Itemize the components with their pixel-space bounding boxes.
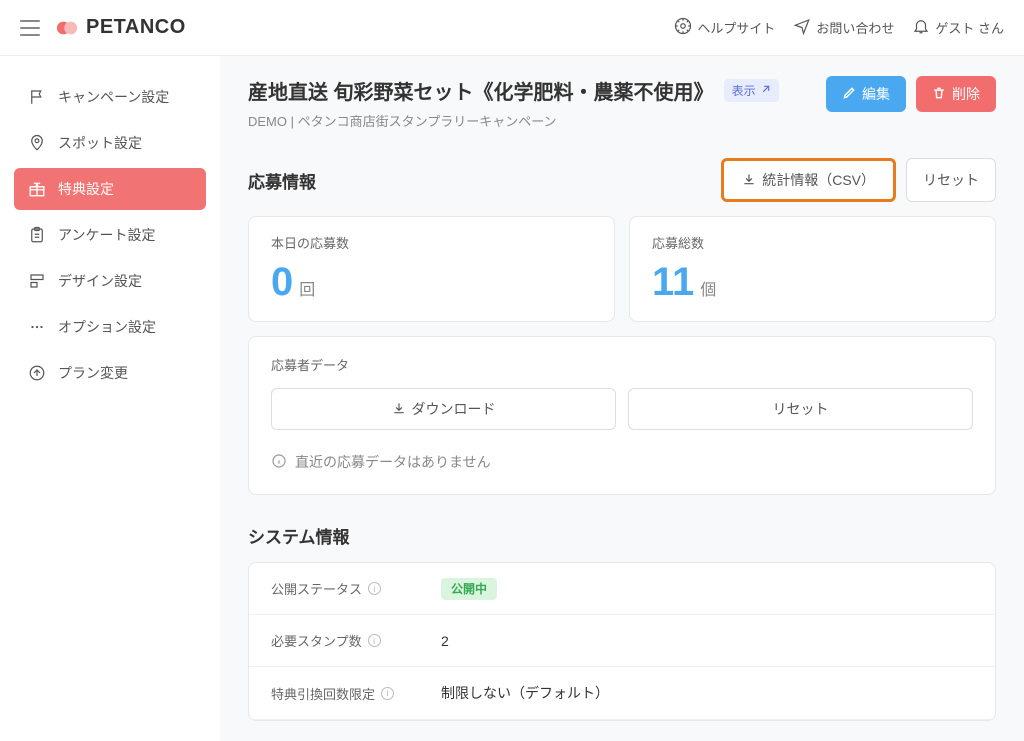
view-badge[interactable]: 表示 [724,79,779,102]
info-row: 特典引換回数限定 i 制限しない（デフォルト） [249,667,995,720]
brand-text: PETANCO [86,16,186,39]
menu-toggle[interactable] [20,20,40,36]
info-value: 2 [441,633,449,649]
pin-icon [28,134,46,152]
contact-link[interactable]: お問い合わせ [793,17,894,38]
stat-value: 11 [652,260,694,305]
stat-unit: 個 [700,276,716,300]
dots-icon [28,318,46,336]
breadcrumb: DEMO | ペタンコ商店街スタンプラリーキャンペーン [248,111,826,130]
stat-value: 0 [271,260,293,305]
stat-label: 応募総数 [652,233,973,252]
header: PETANCO ヘルプサイト お問い合わせ ゲスト さん [0,0,1024,56]
sidebar-item-option[interactable]: オプション設定 [14,306,206,348]
logo-mark-icon [56,17,78,39]
external-link-icon [760,84,771,98]
download-icon [392,401,406,418]
reset-button[interactable]: リセット [906,158,996,202]
download-icon [742,172,756,189]
download-button[interactable]: ダウンロード [271,388,616,430]
edit-button[interactable]: 編集 [826,76,906,112]
sidebar-item-spot[interactable]: スポット設定 [14,122,206,164]
delete-button[interactable]: 削除 [916,76,996,112]
palette-icon [28,272,46,290]
brand-logo[interactable]: PETANCO [56,16,186,39]
info-row: 公開ステータス i 公開中 [249,563,995,615]
help-tooltip-icon[interactable]: i [381,687,394,700]
sidebar-item-design[interactable]: デザイン設定 [14,260,206,302]
stat-label: 本日の応募数 [271,233,592,252]
sidebar: キャンペーン設定 スポット設定 特典設定 アンケート設定 デザイン設定 [0,56,220,741]
trash-icon [932,86,946,103]
pencil-icon [842,86,856,103]
section-title-system: システム情報 [248,523,996,548]
sidebar-item-survey[interactable]: アンケート設定 [14,214,206,256]
section-title-application: 応募情報 [248,168,721,193]
gift-icon [28,180,46,198]
stat-card-today: 本日の応募数 0 回 [248,216,615,322]
help-tooltip-icon[interactable]: i [368,634,381,647]
system-info-card: 公開ステータス i 公開中 必要スタンプ数 i 2 特典引換回数限定 i 制限し… [248,562,996,721]
applicant-data-label: 応募者データ [271,355,973,374]
help-icon [674,17,692,38]
info-row: 必要スタンプ数 i 2 [249,615,995,667]
stat-card-total: 応募総数 11 個 [629,216,996,322]
stat-unit: 回 [299,276,315,300]
sidebar-item-reward[interactable]: 特典設定 [14,168,206,210]
sidebar-item-campaign[interactable]: キャンペーン設定 [14,76,206,118]
help-link[interactable]: ヘルプサイト [674,17,775,38]
flag-icon [28,88,46,106]
info-icon [271,453,287,472]
page-title: 産地直送 旬彩野菜セット《化学肥料・農薬不使用》 [248,76,714,105]
help-tooltip-icon[interactable]: i [368,582,381,595]
bell-icon [912,17,930,38]
reset-data-button[interactable]: リセット [628,388,973,430]
sidebar-item-plan[interactable]: プラン変更 [14,352,206,394]
send-icon [793,17,811,38]
arrow-up-icon [28,364,46,382]
stats-csv-button[interactable]: 統計情報（CSV） [721,158,896,202]
status-badge: 公開中 [441,578,497,600]
empty-message: 直近の応募データはありません [295,452,491,472]
user-menu[interactable]: ゲスト さん [912,17,1004,38]
clipboard-icon [28,226,46,244]
info-value: 制限しない（デフォルト） [441,683,609,703]
